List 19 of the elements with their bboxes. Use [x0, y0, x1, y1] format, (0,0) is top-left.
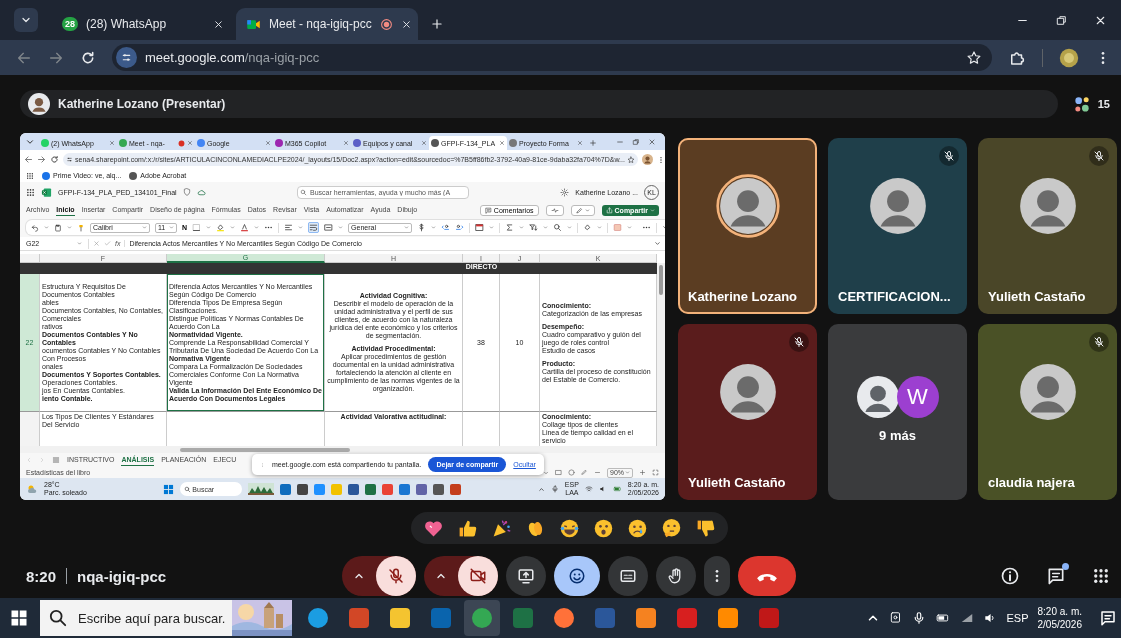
more-participants-label: 9 más [879, 428, 916, 443]
participant-name: Katherine Lozano [688, 289, 798, 304]
initial-avatar: W [896, 376, 939, 418]
search-field[interactable]: Escribe aquí para buscar. [76, 600, 232, 636]
meeting-code: nqa-igiq-pcc [77, 567, 167, 585]
meeting-time: 8:20 [26, 567, 57, 585]
browser-tab[interactable]: 28 (28) WhatsApp [52, 8, 234, 40]
browser-tab[interactable]: Meet - nqa-igiq-pcc [236, 8, 418, 40]
clock-time: 8:20 a. m. [1037, 605, 1082, 618]
clock-date: 2/05/2026 [1037, 618, 1082, 631]
participant-name: Yulieth Castaño [688, 475, 786, 490]
participant-name: Yulieth Castaño [988, 289, 1086, 304]
participant-name: CERTIFICACION... [838, 289, 951, 304]
presenter-name: Katherine Lozano (Presentar) [58, 97, 226, 111]
participant-name: claudia najera [988, 475, 1075, 490]
participants-button[interactable]: 15 [1071, 94, 1118, 114]
notification-badge: 28 [62, 17, 78, 31]
address-bar[interactable]: meet.google.com/nqa-igiq-pcc [112, 44, 992, 71]
input-language[interactable]: ESP [1006, 612, 1029, 624]
